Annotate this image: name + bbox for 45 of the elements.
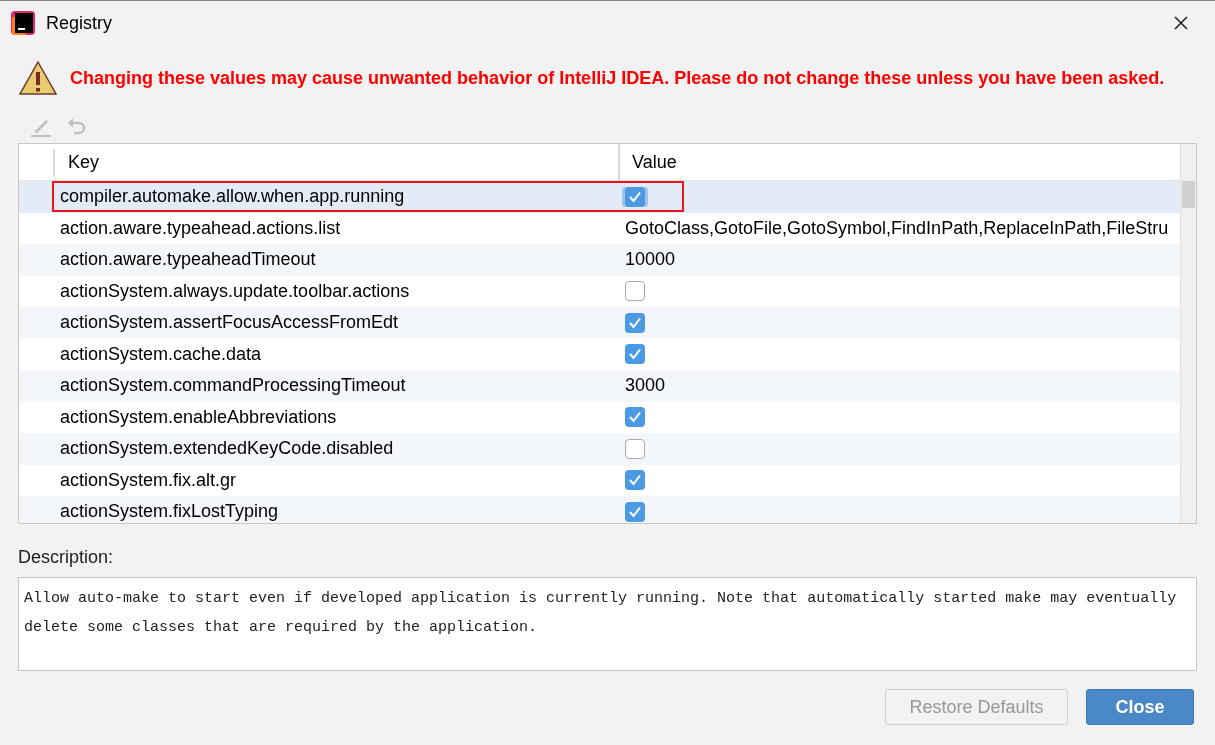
- table-row[interactable]: compiler.automake.allow.when.app.running: [19, 181, 1180, 213]
- table-cell-text: actionSystem.commandProcessingTimeout: [60, 374, 407, 398]
- checkbox[interactable]: [625, 186, 645, 207]
- table-row[interactable]: actionSystem.assertFocusAccessFromEdt: [19, 307, 1180, 339]
- checkmark-icon: [628, 347, 642, 362]
- table-row[interactable]: action.aware.typeaheadTimeout 10000: [19, 244, 1180, 276]
- table-cell: 3000: [625, 375, 666, 396]
- table-cell-text: actionSystem.always.update.toolbar.actions: [60, 279, 411, 303]
- table-cell-text: action.aware.typeaheadTimeout: [60, 248, 317, 272]
- table-cell-text: actionSystem.cache.data: [60, 342, 263, 366]
- table-cell-text: actionSystem.fixLostTyping: [60, 500, 280, 523]
- checkbox[interactable]: [625, 470, 645, 491]
- table-cell: 10000: [625, 249, 676, 270]
- checkmark-icon: [628, 189, 642, 204]
- app-logo-icon: [10, 10, 36, 36]
- description-text: Allow auto-make to start even if developed application is currently running. Note that automatically started make may eventually delete some classes that are required by the application.: [24, 589, 1178, 638]
- checkmark-icon: [628, 504, 642, 519]
- warning-message: Changing these values may cause unwanted behavior of IntelliJ IDEA. Please do not change these unless you have been asked.: [70, 66, 1165, 90]
- checkmark-icon: [628, 473, 642, 488]
- table-row[interactable]: actionSystem.fixLostTyping: [19, 496, 1180, 523]
- table-cell-text: action.aware.typeahead.actions.list: [60, 216, 342, 240]
- table-cell: GotoClass,GotoFile,GotoSymbol,FindInPath,ReplaceInPath,FileStru: [625, 217, 1169, 238]
- checkbox[interactable]: [625, 344, 645, 365]
- checkbox[interactable]: [625, 312, 645, 333]
- dialog-button[interactable]: Close: [1086, 689, 1194, 725]
- table-cell-text: actionSystem.fix.alt.gr: [60, 468, 238, 492]
- table-row[interactable]: actionSystem.extendedKeyCode.disabled: [19, 433, 1180, 465]
- checkbox[interactable]: [625, 407, 645, 428]
- checkbox[interactable]: [625, 281, 645, 302]
- description-label: Description:: [18, 546, 115, 569]
- table-cell-text: actionSystem.enableAbbreviations: [60, 405, 338, 429]
- checkbox[interactable]: [625, 501, 645, 522]
- table-cell-text: compiler.automake.allow.when.app.running: [60, 185, 406, 209]
- scrollbar-thumb[interactable]: [1182, 181, 1195, 208]
- column-header[interactable]: Key: [55, 143, 620, 181]
- checkmark-icon: [628, 315, 642, 330]
- window-title: Registry: [46, 11, 112, 35]
- column-header[interactable]: Value: [620, 143, 1180, 181]
- table-cell-text: actionSystem.assertFocusAccessFromEdt: [60, 311, 400, 335]
- warning-icon: [18, 60, 58, 96]
- checkbox[interactable]: [625, 438, 645, 459]
- table-row[interactable]: actionSystem.commandProcessingTimeout 3000: [19, 370, 1180, 402]
- close-icon[interactable]: [1173, 15, 1189, 31]
- checkmark-icon: [628, 410, 642, 425]
- table-cell-text: actionSystem.extendedKeyCode.disabled: [60, 437, 395, 461]
